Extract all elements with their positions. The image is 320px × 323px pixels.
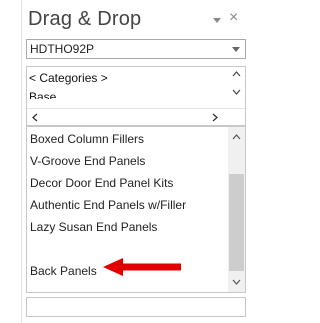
list-item[interactable]: Lazy Susan End Panels [30, 220, 157, 234]
close-icon[interactable]: × [229, 9, 238, 27]
red-arrow-annotation-icon [103, 258, 181, 276]
catalog-select[interactable]: HDTHO92P [26, 39, 246, 59]
list-item[interactable]: Authentic End Panels w/Filler [30, 198, 186, 212]
scroll-left-icon[interactable] [31, 113, 39, 122]
dropdown-arrow-icon[interactable] [232, 47, 240, 53]
catalog-select-value: HDTHO92P [30, 42, 95, 56]
panel-title: Drag & Drop [28, 8, 142, 30]
list-item[interactable]: V-Groove End Panels [30, 154, 145, 168]
horizontal-scrollbar[interactable] [27, 108, 245, 125]
panel-titlebar: Drag & Drop × [22, 0, 251, 40]
scroll-down-icon[interactable] [232, 277, 241, 286]
list-item[interactable]: Decor Door End Panel Kits [30, 176, 173, 190]
list-item[interactable]: Boxed Column Fillers [30, 132, 144, 146]
categories-panel[interactable]: < Categories > Base [26, 66, 246, 126]
scroll-right-icon[interactable] [211, 113, 219, 122]
scroll-up-icon[interactable] [232, 133, 241, 142]
categories-header[interactable]: < Categories > [29, 71, 108, 85]
scroll-up-icon[interactable] [232, 70, 241, 79]
list-item-back-panels[interactable]: Back Panels [30, 264, 97, 278]
scrollbar-thumb[interactable] [229, 174, 244, 271]
vertical-scrollbar[interactable] [228, 127, 245, 292]
footer-field[interactable] [26, 297, 246, 317]
category-item[interactable]: Base [29, 90, 56, 99]
scroll-down-icon[interactable] [232, 87, 241, 96]
chevron-down-icon[interactable] [211, 14, 223, 26]
